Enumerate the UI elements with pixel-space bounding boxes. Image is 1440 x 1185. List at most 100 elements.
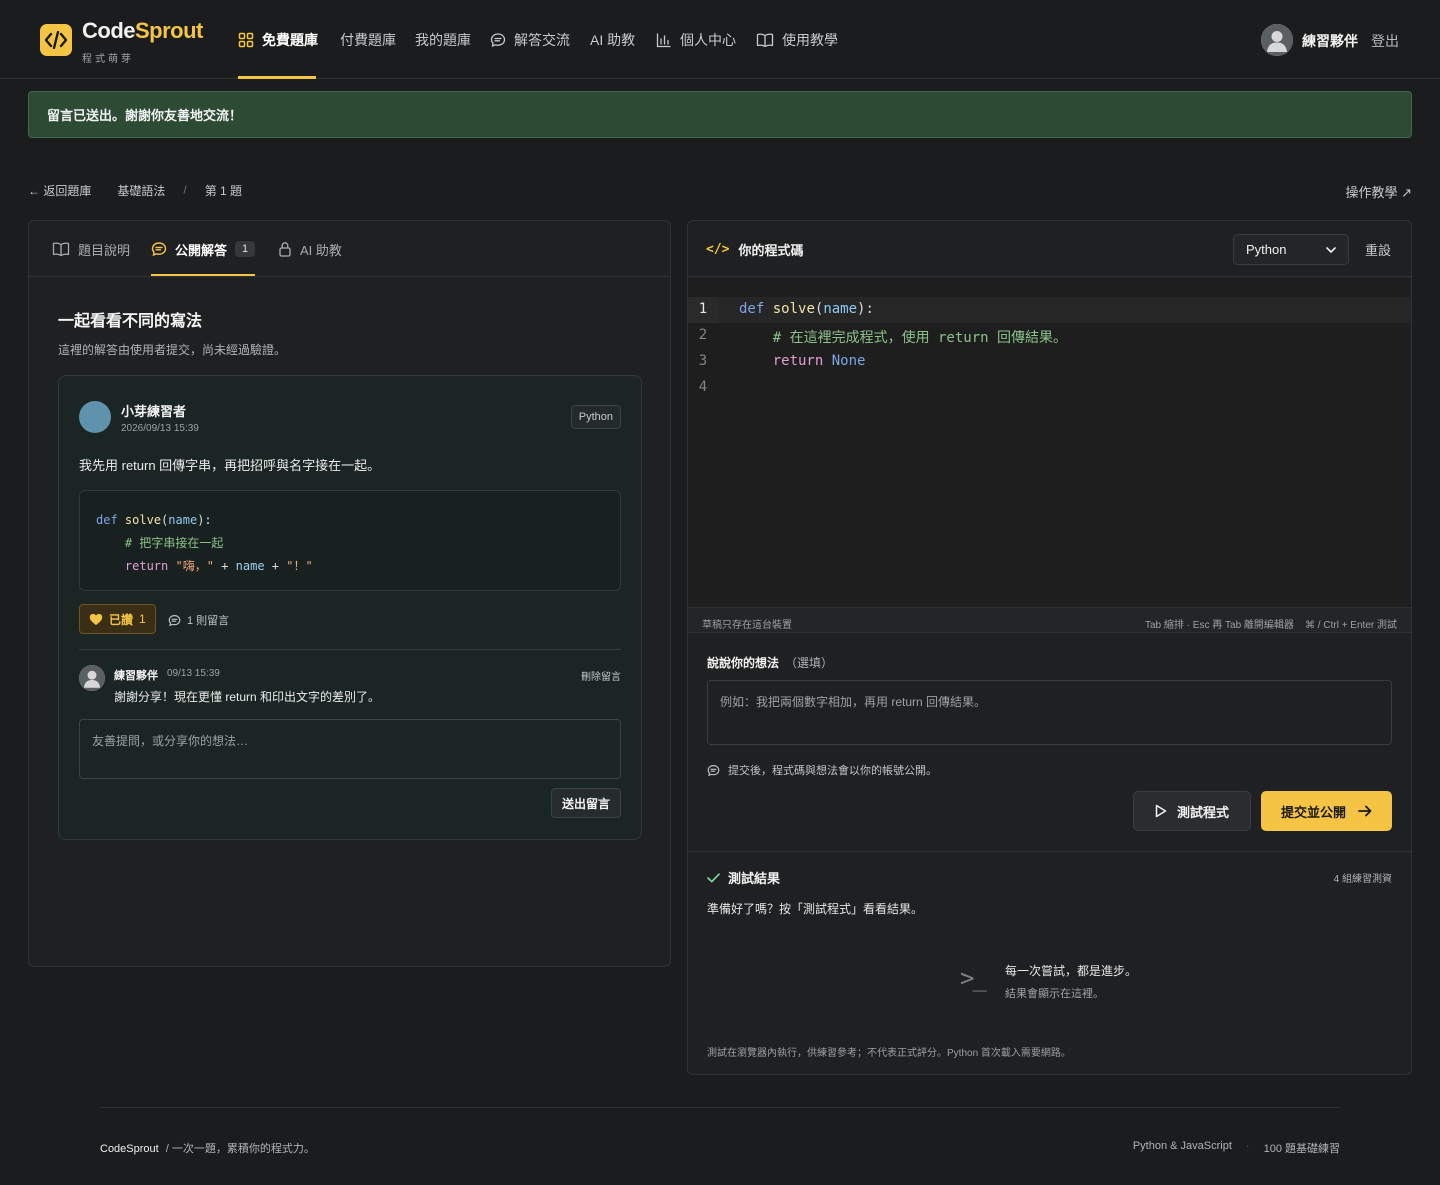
brand-name-accent: Sprout [135,18,203,43]
breadcrumb-category[interactable]: 基礎語法 [117,182,165,199]
book-icon [756,33,774,48]
chevron-down-icon [1326,246,1336,253]
nav-paid-problems[interactable]: 付費題庫 [340,30,396,50]
run-tests-button[interactable]: 測試程式 [1133,791,1251,831]
footer-divider [100,1107,1340,1108]
nav-tutorial[interactable]: 使用教學 [756,30,838,50]
line-number: 2 [698,327,708,343]
code-editor[interactable]: 1 2 3 4 def solve(name): # 在這裡完成程式，使用 re… [688,278,1411,607]
publish-note-text: 提交後，程式碼與想法會以你的帳號公開。 [728,765,937,777]
brand-name-part: Code [82,18,136,43]
tab-description[interactable]: 題目說明 [52,239,130,259]
tab-label: AI 助教 [300,242,342,258]
reset-button[interactable]: 重設 [1365,240,1391,259]
solution-card: 小芽練習者 2026/09/13 15:39 Python 我先用 return… [58,375,642,840]
solution-code-block: def solve(name): # 把字串接在一起 return "嗨，" +… [79,490,621,591]
code-token: name [168,513,198,527]
nav-label: 我的題庫 [415,32,471,48]
tab-label: 公開解答 [175,242,228,258]
like-count: 1 [139,612,146,626]
nav-free-problems[interactable]: 免費題庫 [238,30,318,50]
tutorial-link[interactable]: 操作教學 ↗ [1345,182,1412,201]
editor-header: </> 你的程式碼 Python 重設 [688,221,1411,277]
chat-icon [168,614,181,626]
solution-description: 我先用 return 回傳字串，再把招呼與名字接在一起。 [79,458,381,473]
logout-link[interactable]: 登出 [1371,31,1399,51]
tab-label: 題目說明 [78,242,131,258]
code-line: return None [739,353,866,369]
nav-personal-center[interactable]: 個人中心 [656,30,736,50]
nav-label: AI 助教 [590,32,636,48]
submit-label: 提交並公開 [1280,804,1346,820]
results-ready-text: 準備好了嗎？按「測試程式」看看結果。 [707,902,924,916]
footer-brand-name: CodeSprout [100,1143,159,1155]
comments-toggle[interactable]: 1 則留言 [168,612,229,628]
nav-label: 使用教學 [782,32,838,48]
thoughts-label: 說說你的想法 （選填） [707,654,833,671]
divider [79,649,621,650]
language-badge: Python [570,405,621,429]
brand-name[interactable]: CodeSprout [82,18,203,44]
user-avatar[interactable] [1261,24,1293,56]
like-label: 已讚 [109,612,134,627]
terminal-prompt-icon: >_ [960,964,987,992]
code-token: ): [857,301,874,317]
publish-note: 提交後，程式碼與想法會以你的帳號公開。 [707,762,937,778]
code-token: solve [772,301,815,317]
footer-languages: Python & JavaScript [1132,1140,1232,1152]
code-tag-icon: </> [706,242,730,257]
code-token: solve [124,513,162,527]
line-number: 3 [698,353,708,369]
chat-icon [490,33,506,48]
top-navigation: CodeSprout 程式萌芽 免費題庫 付費題庫 我的題庫 解答交流 AI 助… [0,0,1440,79]
solutions-count-badge: 1 [235,241,256,257]
comment-input[interactable]: 友善提問，或分享你的想法… [79,719,621,779]
submit-publish-button[interactable]: 提交並公開 [1261,791,1392,831]
editor-panel: </> 你的程式碼 Python 重設 1 2 3 4 def solve(na… [687,220,1412,1075]
book-icon [52,242,70,257]
chat-icon [151,242,167,257]
thoughts-input[interactable]: 例如：我把兩個數字相加，再用 return 回傳結果。 [707,680,1392,745]
code-token: name [823,301,858,317]
user-name[interactable]: 練習夥伴 [1302,31,1358,51]
breadcrumb-current: 第 1 題 [204,183,243,198]
tab-ai-tutor[interactable]: AI 助教 [278,239,342,259]
empty-state-subtitle: 結果會顯示在這裡。 [1005,988,1104,1000]
send-comment-button[interactable]: 送出留言 [550,788,621,818]
run-tests-label: 測試程式 [1176,804,1229,820]
editor-title: </> 你的程式碼 [706,240,804,259]
thoughts-label-text: 說說你的想法 [707,656,780,670]
back-to-problems-link[interactable]: ← 返回題庫 [28,182,91,199]
nav-label: 免費題庫 [262,32,318,48]
arrow-right-icon [1358,805,1372,817]
code-token: def [96,513,118,527]
footer-info: Python & JavaScript · 100 題基礎練習 [1133,1140,1340,1156]
reply-author: 練習夥伴 [114,670,158,682]
nav-my-problems[interactable]: 我的題庫 [415,30,471,50]
draft-note: 草稿只存在這台裝置 [702,620,792,631]
delete-comment-button[interactable]: 刪除留言 [581,668,621,683]
nav-solution-exchange[interactable]: 解答交流 [490,30,570,50]
check-icon [707,872,720,882]
code-token: + [271,559,280,573]
language-select[interactable]: Python [1233,234,1349,265]
brand-subtitle: 程式萌芽 [82,54,134,65]
footer-tagline: / 一次一題，累積你的程式力。 [165,1143,315,1155]
nav-ai-tutor[interactable]: AI 助教 [590,30,635,50]
divider [688,851,1411,852]
code-token: return [772,353,824,369]
like-button[interactable]: 已讚 1 [79,604,156,634]
code-logo-icon[interactable] [40,24,72,56]
optional-tag: （選填） [785,656,834,670]
reply-time: 09/13 15:39 [167,668,220,679]
code-line: # 把字串接在一起 [96,532,604,555]
comments-count: 1 則留言 [187,615,230,627]
test-disclaimer: 測試在瀏覽器內執行，供練習參考；不代表正式評分。Python 首次載入需要網路。 [707,1048,1071,1059]
post-time: 2026/09/13 15:39 [121,423,199,434]
tab-public-solutions[interactable]: 公開解答 1 [151,239,256,259]
solutions-subtitle: 這裡的解答由使用者提交，尚未經過驗證。 [58,343,287,357]
line-number: 4 [698,379,708,395]
footer-problem-count: 100 題基礎練習 [1263,1143,1340,1155]
solutions-title: 一起看看不同的寫法 [58,313,203,330]
problem-panel: 題目說明 公開解答 1 AI 助教 一起看看不同的寫法 這裡的解答由使用者提交，… [28,220,671,967]
